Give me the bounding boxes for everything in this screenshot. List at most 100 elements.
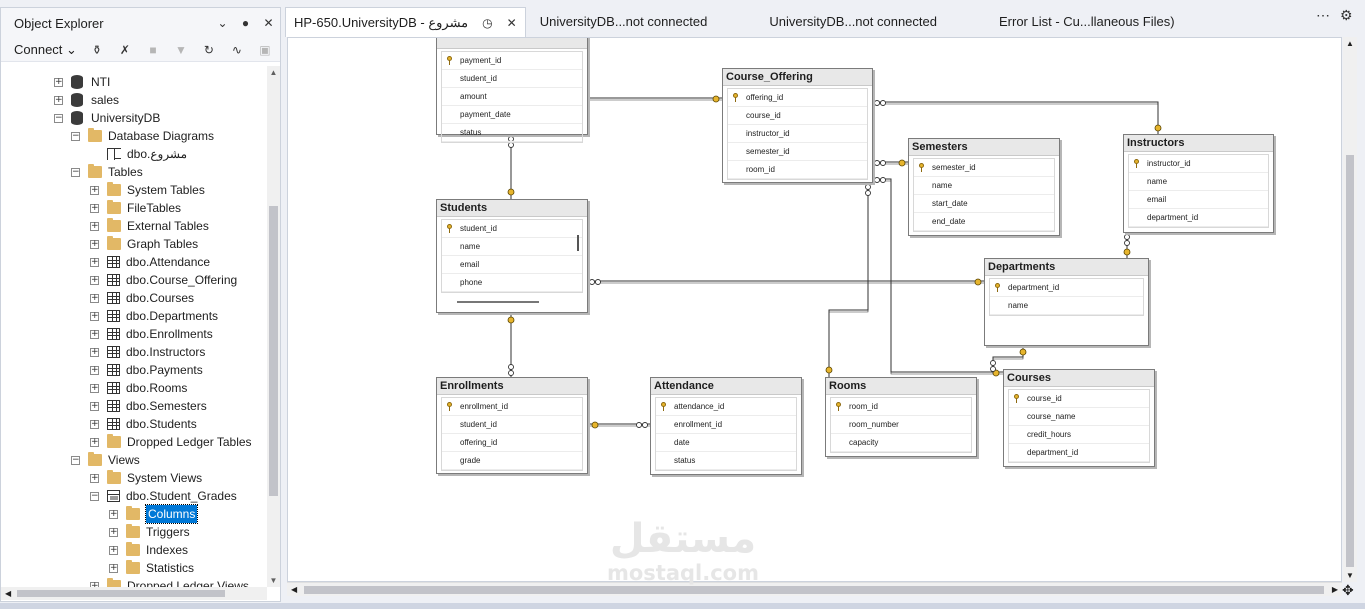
collapse-icon[interactable]: − <box>71 455 80 465</box>
column-row[interactable]: semester_id <box>728 143 867 161</box>
table-title[interactable]: Enrollments <box>437 378 587 395</box>
column-row[interactable]: email <box>1129 191 1268 209</box>
tree-node-dbo-attendance[interactable]: + dbo.Attendance <box>90 253 210 271</box>
column-row[interactable]: grade <box>442 452 582 470</box>
scroll-down-icon[interactable]: ▼ <box>267 576 280 585</box>
expand-icon[interactable]: + <box>90 419 99 429</box>
column-row[interactable]: department_id <box>990 279 1143 297</box>
expand-icon[interactable]: + <box>90 293 99 303</box>
table-departments[interactable]: Departments department_id name <box>984 258 1149 346</box>
column-row[interactable]: student_id <box>442 416 582 434</box>
expand-icon[interactable]: + <box>90 221 99 231</box>
column-row[interactable]: start_date <box>914 195 1054 213</box>
tree-node-dbo-مشروع[interactable]: dbo.مشروع <box>107 145 187 163</box>
column-row[interactable]: enrollment_id <box>656 416 796 434</box>
column-row[interactable]: name <box>442 238 582 256</box>
gear-icon[interactable]: ⚙ <box>1340 7 1353 24</box>
collapse-icon[interactable]: − <box>90 491 99 501</box>
tree-node-triggers[interactable]: + Triggers <box>109 523 190 541</box>
column-row[interactable]: name <box>1129 173 1268 191</box>
tree-node-filetables[interactable]: + FileTables <box>90 199 181 217</box>
connect-plug-icon[interactable]: ⚱ <box>85 43 109 57</box>
table-students[interactable]: Students student_id name email phone <box>436 199 588 313</box>
move-canvas-icon[interactable]: ✥ <box>1342 582 1354 599</box>
table-scroll-thumb[interactable] <box>577 235 579 251</box>
column-row[interactable]: credit_hours <box>1009 426 1149 444</box>
expand-icon[interactable]: + <box>109 527 118 537</box>
disconnect-icon[interactable]: ✗ <box>113 43 137 57</box>
expand-icon[interactable]: + <box>90 365 99 375</box>
expand-icon[interactable]: + <box>90 239 99 249</box>
expand-icon[interactable]: + <box>90 473 99 483</box>
column-row[interactable]: payment_id <box>442 52 582 70</box>
table-courses[interactable]: Courses course_id course_name credit_hours d… <box>1003 369 1155 467</box>
column-row[interactable]: enrollment_id <box>442 398 582 416</box>
expand-icon[interactable]: + <box>90 329 99 339</box>
table-payments[interactable]: payment_id student_id amount payment_date st… <box>436 38 588 143</box>
column-row[interactable]: room_id <box>728 161 867 179</box>
tree-hscroll-thumb[interactable] <box>17 590 225 597</box>
pin-icon[interactable]: ● <box>234 16 257 30</box>
tree-node-database-diagrams[interactable]: − Database Diagrams <box>71 127 214 145</box>
tree-vertical-scrollbar[interactable]: ▲ ▼ <box>267 66 280 587</box>
table-title[interactable]: Instructors <box>1124 135 1273 152</box>
tree-node-statistics[interactable]: + Statistics <box>109 559 194 577</box>
tree-node-dropped-ledger-tables[interactable]: + Dropped Ledger Tables <box>90 433 252 451</box>
expand-icon[interactable]: + <box>90 437 99 447</box>
close-tab-icon[interactable]: ✕ <box>507 8 517 38</box>
tree-node-dbo-course-offering[interactable]: + dbo.Course_Offering <box>90 271 237 289</box>
table-title[interactable]: Courses <box>1004 370 1154 387</box>
scroll-up-icon[interactable]: ▲ <box>267 68 280 77</box>
collapse-icon[interactable]: − <box>71 131 80 141</box>
scroll-left-icon[interactable]: ◀ <box>291 585 297 594</box>
tree-node-dbo-instructors[interactable]: + dbo.Instructors <box>90 343 205 361</box>
column-row[interactable]: name <box>914 177 1054 195</box>
column-row[interactable]: course_id <box>1009 390 1149 408</box>
column-row[interactable]: end_date <box>914 213 1054 231</box>
more-options-icon[interactable]: ⋯ <box>1316 7 1330 24</box>
activity-monitor-icon[interactable]: ∿ <box>225 43 249 57</box>
tree-node-columns[interactable]: + Columns <box>109 504 199 524</box>
expand-icon[interactable]: + <box>109 545 118 555</box>
tree-node-system-tables[interactable]: + System Tables <box>90 181 205 199</box>
table-title[interactable] <box>437 38 587 49</box>
table-instructors[interactable]: Instructors instructor_id name email departm… <box>1123 134 1274 233</box>
table-rooms[interactable]: Rooms room_id room_number capacity <box>825 377 977 457</box>
column-row[interactable]: instructor_id <box>728 125 867 143</box>
collapse-icon[interactable]: − <box>54 113 63 123</box>
column-row[interactable]: email <box>442 256 582 274</box>
expand-icon[interactable]: + <box>109 563 118 573</box>
column-row[interactable]: room_number <box>831 416 971 434</box>
column-row[interactable]: course_id <box>728 107 867 125</box>
diagram-hscroll-thumb[interactable] <box>304 586 1324 594</box>
column-row[interactable]: student_id <box>442 70 582 88</box>
table-title[interactable]: Course_Offering <box>723 69 872 86</box>
tree-node-external-tables[interactable]: + External Tables <box>90 217 209 235</box>
expand-icon[interactable]: + <box>109 509 118 519</box>
filter-icon[interactable]: ▼ <box>169 43 193 57</box>
close-icon[interactable]: ✕ <box>257 16 280 30</box>
expand-icon[interactable]: + <box>90 311 99 321</box>
table-title[interactable]: Students <box>437 200 587 217</box>
tree-node-dbo-rooms[interactable]: + dbo.Rooms <box>90 379 187 397</box>
tree-node-indexes[interactable]: + Indexes <box>109 541 188 559</box>
tree-node-universitydb[interactable]: − UniversityDB <box>54 109 160 127</box>
expand-icon[interactable]: + <box>54 95 63 105</box>
column-row[interactable]: instructor_id <box>1129 155 1268 173</box>
column-row[interactable]: amount <box>442 88 582 106</box>
table-title[interactable]: Attendance <box>651 378 801 395</box>
expand-icon[interactable]: + <box>90 203 99 213</box>
scroll-up-icon[interactable]: ▲ <box>1346 39 1354 48</box>
column-row[interactable]: offering_id <box>728 89 867 107</box>
tree-node-system-views[interactable]: + System Views <box>90 469 202 487</box>
column-row[interactable]: capacity <box>831 434 971 452</box>
tree-node-dbo-courses[interactable]: + dbo.Courses <box>90 289 194 307</box>
table-semesters[interactable]: Semesters semester_id name start_date end_da… <box>908 138 1060 236</box>
tree-node-dbo-semesters[interactable]: + dbo.Semesters <box>90 397 207 415</box>
column-row[interactable]: date <box>656 434 796 452</box>
summary-icon[interactable]: ▣ <box>253 43 277 57</box>
column-row[interactable]: semester_id <box>914 159 1054 177</box>
tree-node-dbo-student-grades[interactable]: − dbo.Student_Grades <box>90 487 237 505</box>
tree-node-tables[interactable]: − Tables <box>71 163 143 181</box>
column-row[interactable]: name <box>990 297 1143 315</box>
